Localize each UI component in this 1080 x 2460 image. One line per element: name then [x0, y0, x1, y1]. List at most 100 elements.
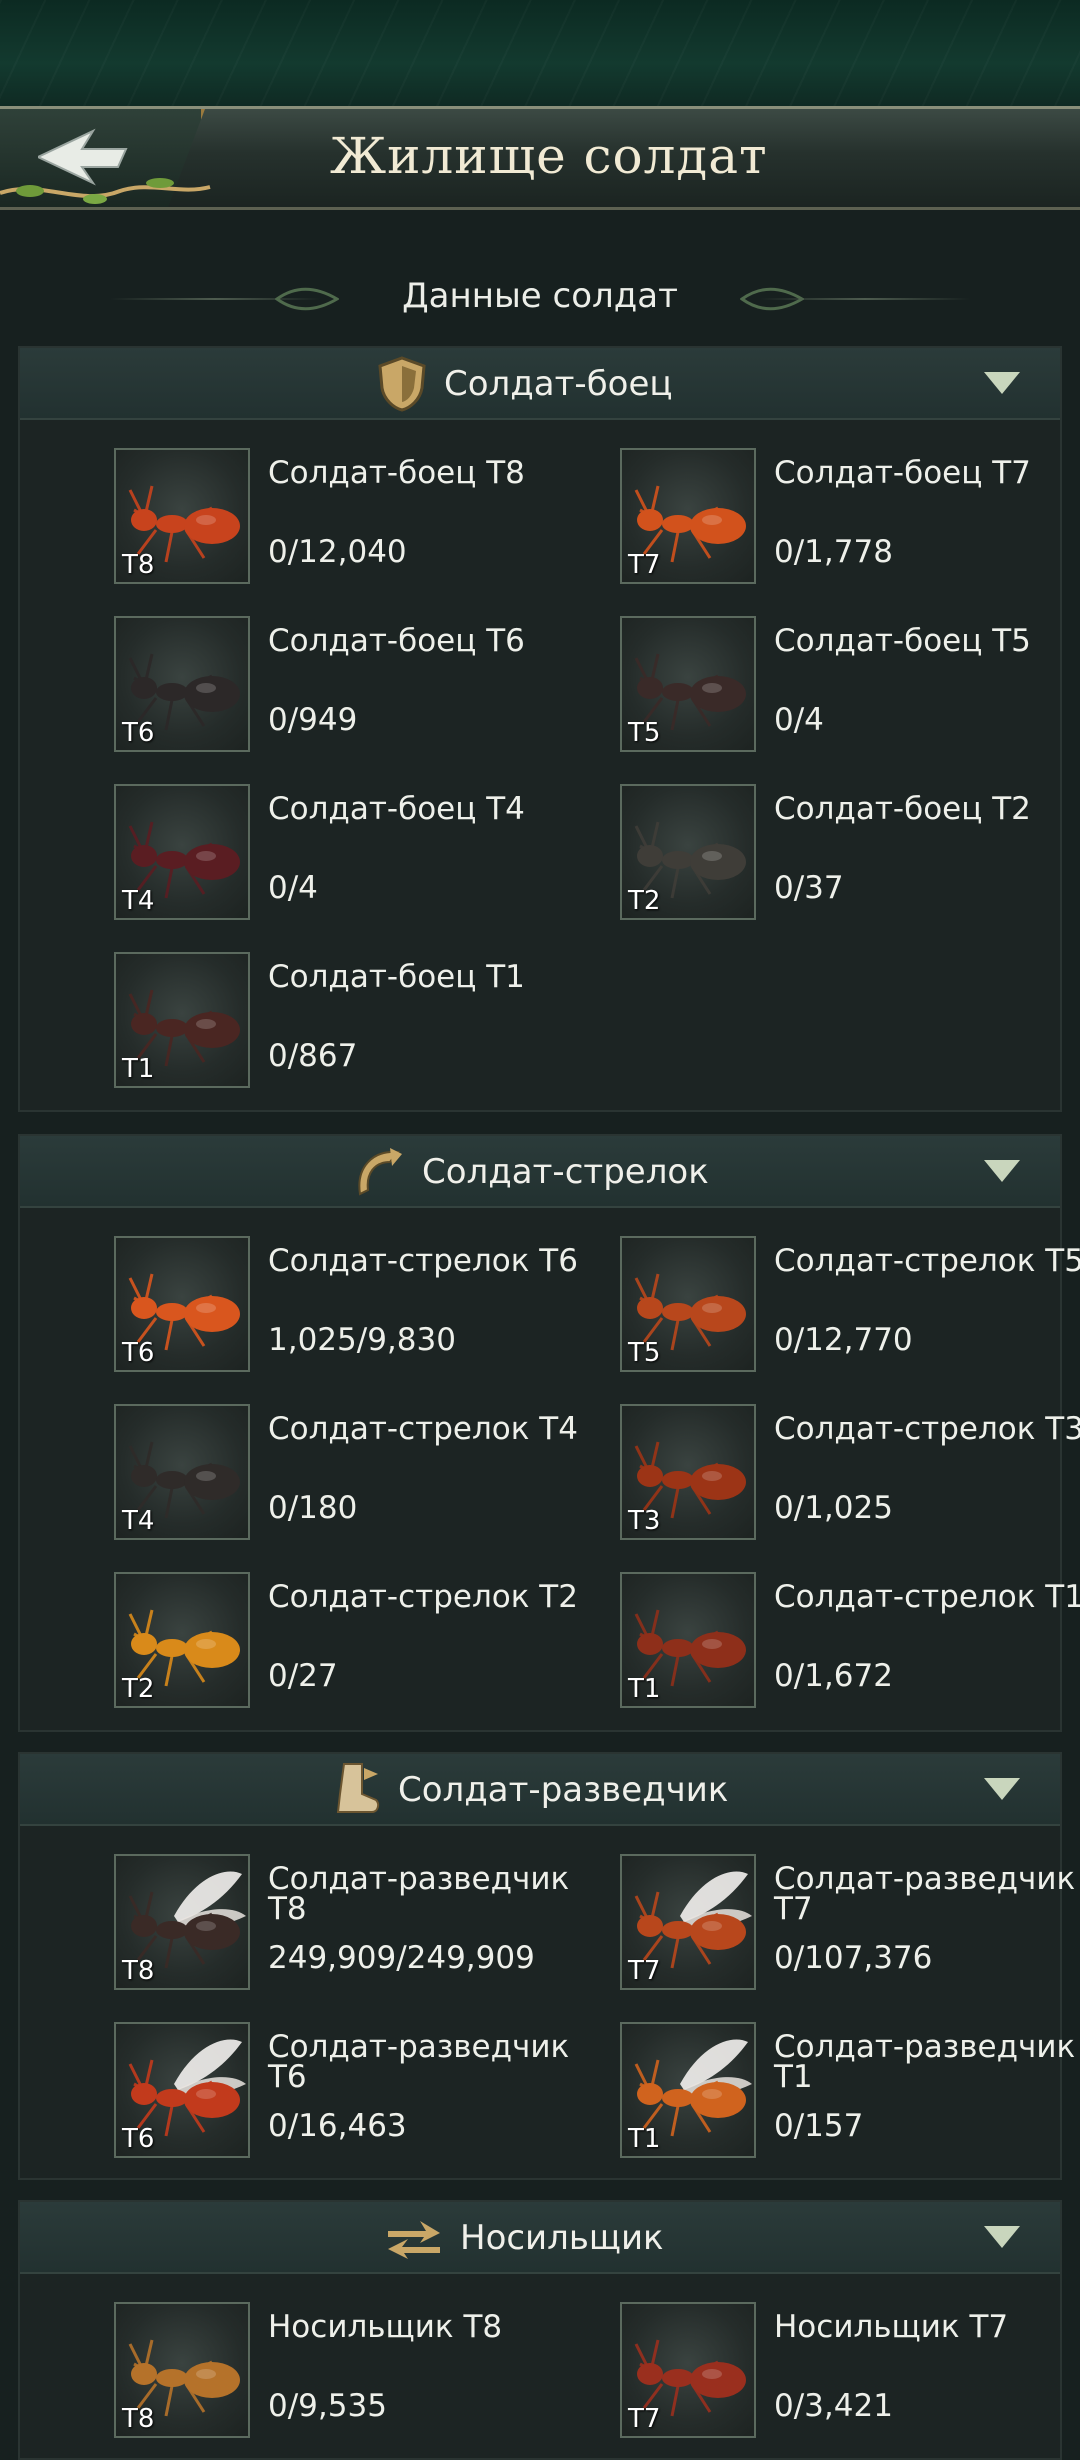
unit-name: Солдат-боец T1 [268, 959, 525, 995]
unit-portrait[interactable]: T3 [620, 1404, 756, 1540]
tier-badge: T4 [122, 886, 155, 916]
unit-count: 0/27 [268, 1658, 338, 1694]
unit-count: 249,909/249,909 [268, 1940, 535, 1976]
top-banner [0, 0, 1080, 106]
unit-name: Солдат-стрелок T6 [268, 1243, 578, 1279]
unit-name: Солдат-стрелок T3 [774, 1411, 1080, 1447]
chevron-down-icon[interactable] [984, 2226, 1020, 2248]
unit-card[interactable]: T8 Солдат-боец T8 0/12,040 [114, 448, 594, 588]
unit-card[interactable]: T8 Солдат-разведчик T8 249,909/249,909 [114, 1854, 594, 1994]
tier-badge: T6 [122, 2124, 155, 2154]
tier-badge: T7 [628, 550, 661, 580]
unit-card[interactable]: T1 Солдат-разведчик T1 0/157 [620, 2022, 1080, 2162]
unit-name: Носильщик T8 [268, 2309, 503, 2345]
unit-count: 0/1,672 [774, 1658, 893, 1694]
unit-name: Солдат-боец T6 [268, 623, 525, 659]
tier-badge: T6 [122, 1338, 155, 1368]
unit-count: 0/1,025 [774, 1490, 893, 1526]
section-title: Солдат-разведчик [398, 1770, 729, 1810]
unit-portrait[interactable]: T5 [620, 616, 756, 752]
unit-portrait[interactable]: T5 [620, 1236, 756, 1372]
section-subtitle: Данные солдат [402, 276, 678, 316]
unit-portrait[interactable]: T7 [620, 448, 756, 584]
unit-card[interactable]: T7 Носильщик T7 0/3,421 [620, 2302, 1080, 2442]
unit-card[interactable]: T1 Солдат-боец T1 0/867 [114, 952, 594, 1092]
unit-card[interactable]: T7 Солдат-боец T7 0/1,778 [620, 448, 1080, 588]
unit-card[interactable]: T4 Солдат-стрелок T4 0/180 [114, 1404, 594, 1544]
unit-portrait[interactable]: T4 [114, 784, 250, 920]
unit-count: 0/867 [268, 1038, 358, 1074]
unit-card[interactable]: T2 Солдат-стрелок T2 0/27 [114, 1572, 594, 1712]
unit-card[interactable]: T5 Солдат-стрелок T5 0/12,770 [620, 1236, 1080, 1376]
unit-portrait[interactable]: T7 [620, 2302, 756, 2438]
unit-portrait[interactable]: T8 [114, 1854, 250, 1990]
tier-badge: T3 [628, 1506, 661, 1536]
section-header-carrier[interactable]: Носильщик [20, 2202, 1060, 2274]
chevron-down-icon[interactable] [984, 372, 1020, 394]
carry-arrows-icon [388, 2221, 440, 2259]
unit-name: Солдат-разведчик T6 [268, 2029, 570, 2095]
section-header-fighter[interactable]: Солдат-боец [20, 348, 1060, 420]
unit-card[interactable]: T5 Солдат-боец T5 0/4 [620, 616, 1080, 756]
unit-name: Солдат-разведчик T8 [268, 1861, 570, 1927]
header-bar: Жилище солдат [0, 106, 1080, 210]
unit-card[interactable]: T6 Солдат-разведчик T6 0/16,463 [114, 2022, 594, 2162]
unit-name: Солдат-стрелок T2 [268, 1579, 578, 1615]
page-title: Жилище солдат [330, 127, 768, 185]
unit-card[interactable]: T7 Солдат-разведчик T7 0/107,376 [620, 1854, 1080, 1994]
unit-portrait[interactable]: T1 [620, 2022, 756, 2158]
unit-portrait[interactable]: T1 [620, 1572, 756, 1708]
unit-card[interactable]: T6 Солдат-боец T6 0/949 [114, 616, 594, 756]
unit-card[interactable]: T3 Солдат-стрелок T3 0/1,025 [620, 1404, 1080, 1544]
tier-badge: T1 [628, 2124, 661, 2154]
unit-name: Солдат-стрелок T4 [268, 1411, 578, 1447]
unit-card[interactable]: T4 Солдат-боец T4 0/4 [114, 784, 594, 924]
tier-badge: T6 [122, 718, 155, 748]
unit-name: Солдат-боец T7 [774, 455, 1031, 491]
unit-count: 0/1,778 [774, 534, 893, 570]
unit-portrait[interactable]: T8 [114, 2302, 250, 2438]
unit-portrait[interactable]: T6 [114, 1236, 250, 1372]
section-archer: Солдат-стрелок T6 Солдат-стрелок T6 1,025/… [18, 1134, 1080, 1732]
unit-count: 0/180 [268, 1490, 358, 1526]
chevron-down-icon[interactable] [984, 1160, 1020, 1182]
unit-card[interactable]: T8 Носильщик T8 0/9,535 [114, 2302, 594, 2442]
unit-portrait[interactable]: T1 [114, 952, 250, 1088]
unit-portrait[interactable]: T6 [114, 616, 250, 752]
tier-badge: T7 [628, 1956, 661, 1986]
unit-portrait[interactable]: T2 [114, 1572, 250, 1708]
unit-count: 0/37 [774, 870, 844, 906]
tier-badge: T1 [122, 1054, 155, 1084]
tier-badge: T2 [628, 886, 661, 916]
unit-name: Солдат-боец T5 [774, 623, 1031, 659]
unit-count: 0/157 [774, 2108, 864, 2144]
unit-count: 0/949 [268, 702, 358, 738]
section-header-scout[interactable]: Солдат-разведчик [20, 1754, 1060, 1826]
section-title: Носильщик [460, 2218, 664, 2258]
subtitle-row: Данные солдат [0, 268, 1080, 338]
unit-name: Солдат-стрелок T1 [774, 1579, 1080, 1615]
unit-portrait[interactable]: T8 [114, 448, 250, 584]
unit-count: 0/12,040 [268, 534, 407, 570]
unit-portrait[interactable]: T4 [114, 1404, 250, 1540]
tier-badge: T1 [628, 1674, 661, 1704]
unit-count: 0/16,463 [268, 2108, 407, 2144]
unit-portrait[interactable]: T2 [620, 784, 756, 920]
tier-badge: T8 [122, 1956, 155, 1986]
unit-card[interactable]: T2 Солдат-боец T2 0/37 [620, 784, 1080, 924]
unit-count: 0/12,770 [774, 1322, 913, 1358]
tier-badge: T7 [628, 2404, 661, 2434]
unit-portrait[interactable]: T6 [114, 2022, 250, 2158]
unit-name: Солдат-боец T2 [774, 791, 1031, 827]
unit-count: 0/107,376 [774, 1940, 933, 1976]
section-fighter: Солдат-боец T8 Солдат-боец T8 0/12,040 T7 С… [18, 346, 1062, 1112]
unit-portrait[interactable]: T7 [620, 1854, 756, 1990]
unit-count: 0/3,421 [774, 2388, 893, 2424]
unit-count: 0/9,535 [268, 2388, 387, 2424]
unit-name: Солдат-боец T4 [268, 791, 525, 827]
unit-card[interactable]: T6 Солдат-стрелок T6 1,025/9,830 [114, 1236, 594, 1376]
unit-name: Солдат-боец T8 [268, 455, 525, 491]
unit-card[interactable]: T1 Солдат-стрелок T1 0/1,672 [620, 1572, 1080, 1712]
section-header-archer[interactable]: Солдат-стрелок [20, 1136, 1060, 1208]
chevron-down-icon[interactable] [984, 1778, 1020, 1800]
